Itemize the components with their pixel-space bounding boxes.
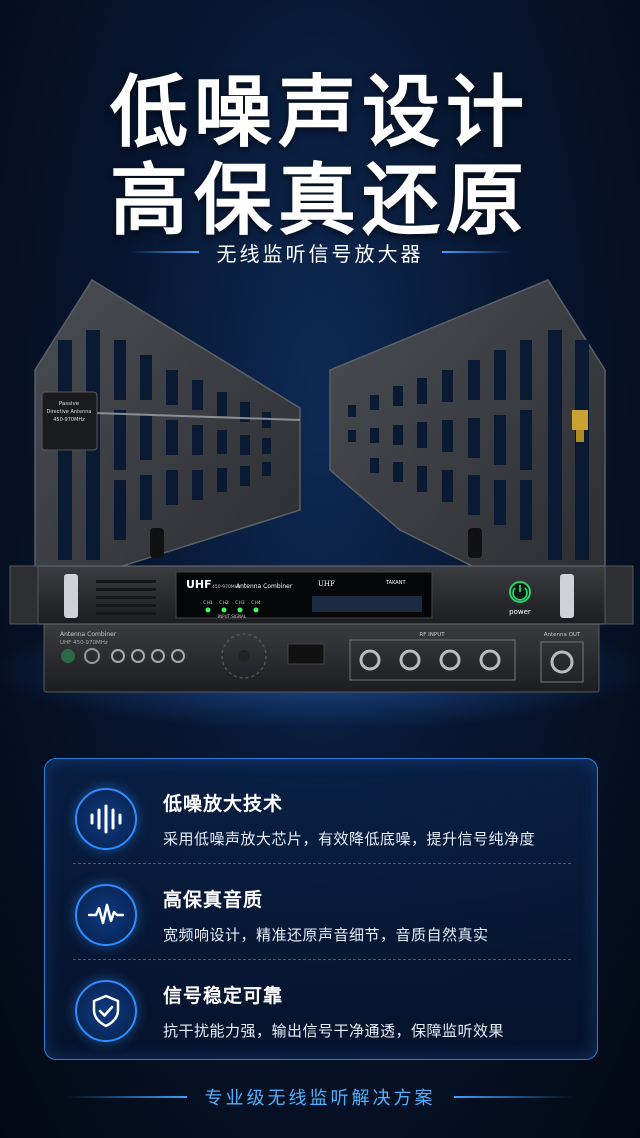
feature-hifi: 高保真音质 宽频响设计，精准还原声音细节，音质自然真实 [75,875,575,955]
rear-freq: UHF 450-970MHz [60,640,108,646]
subtitle-row: 无线监听信号放大器 [0,234,640,270]
pulse-icon [75,884,137,946]
rear-panel [43,621,600,693]
feature-divider [73,863,571,864]
channel-4-label: CH4 [251,600,261,606]
rf-input-label: RF INPUT [419,632,445,638]
antenna-label-3: 450-970MHz [53,417,85,423]
feature-desc: 宽频响设计，精准还原声音细节，音质自然真实 [163,926,489,944]
display-logo: UHF [318,580,335,588]
antenna-label-2: Directive Antenna [46,409,91,415]
subtitle: 无线监听信号放大器 [216,241,424,266]
feature-divider [73,959,571,960]
feature-low-noise: 低噪放大技术 采用低噪声放大芯片，有效降低底噪，提升信号纯净度 [75,779,575,859]
channel-3-label: CH3 [235,600,245,606]
feature-title: 高保真音质 [163,889,264,911]
antenna-label-1: Passive [59,401,80,407]
rear-title: Antenna Combiner [60,631,117,638]
footer-left-line [66,1096,187,1098]
left-antenna [34,278,301,591]
feature-desc: 采用低噪声放大芯片，有效降低底噪，提升信号纯净度 [163,830,536,848]
power-label: power [509,608,531,616]
footer-tagline: 专业级无线监听解决方案 [204,1088,436,1109]
subtitle-right-line [441,251,512,253]
front-model: Antenna Combiner [236,583,293,590]
right-antenna [329,279,606,591]
footer-row: 专业级无线监听解决方案 [0,1083,640,1111]
feature-desc: 抗干扰能力强，输出信号干净通透，保障监听效果 [163,1022,505,1040]
front-brand: UHF [186,578,212,591]
product-image: Passive Directive Antenna 450-970MHz Ant… [0,278,640,730]
front-panel [9,565,634,625]
input-signal-label: INPUT SIGNAL [218,614,247,619]
footer-right-line [453,1096,574,1098]
subtitle-left-line [128,251,199,253]
audio-wave-icon [75,788,137,850]
shield-check-icon [75,980,137,1042]
feature-title: 低噪放大技术 [163,793,284,815]
features-panel: 低噪放大技术 采用低噪声放大芯片，有效降低底噪，提升信号纯净度 高保真音质 宽频… [44,758,598,1060]
antenna-out-label: Antenna OUT [544,632,581,638]
channel-1-label: CH1 [203,600,213,606]
display-brand: TAKANT [385,580,406,586]
feature-stable: 信号稳定可靠 抗干扰能力强，输出信号干净通透，保障监听效果 [75,971,575,1051]
feature-title: 信号稳定可靠 [163,985,284,1007]
channel-2-label: CH2 [219,600,229,606]
